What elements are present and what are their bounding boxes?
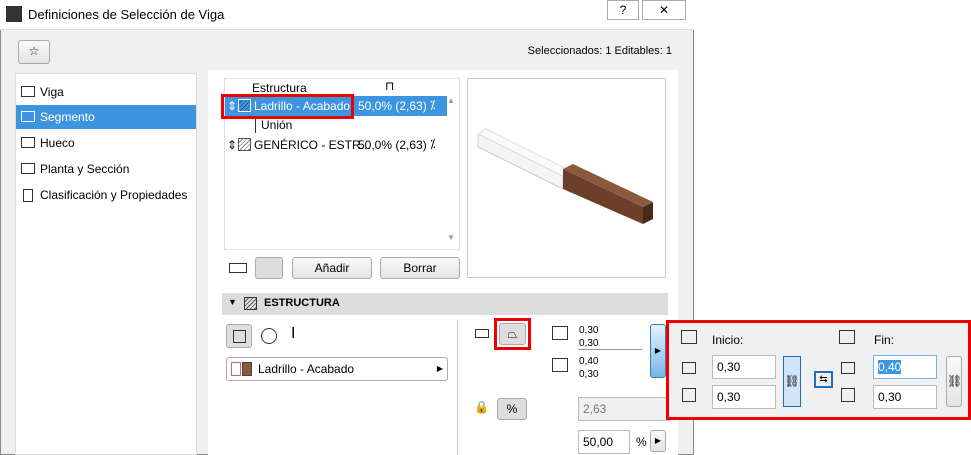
section-title: ESTRUCTURA <box>264 297 340 309</box>
highlight-box <box>494 318 531 350</box>
sidebar-item-segmento[interactable]: Segmento <box>16 105 196 129</box>
height-icon <box>682 362 696 374</box>
sidebar-item-clasificacion[interactable]: Clasificación y Propiedades <box>16 183 196 207</box>
delete-button[interactable]: Borrar <box>380 257 460 279</box>
start-label: Inicio: <box>712 333 744 347</box>
width-icon <box>841 388 855 402</box>
beam-icon <box>21 86 35 97</box>
sidebar-item-hueco[interactable]: Hueco <box>16 131 196 155</box>
start-width-field[interactable]: 0,30 <box>712 385 776 409</box>
percent-field[interactable]: 50,00 <box>578 430 630 454</box>
end-section-icon <box>552 358 568 372</box>
size-popup: Inicio: 0,30 0,30 ⛓ ⇆ Fin: 0,40 0,30 ⛓ <box>666 320 971 420</box>
start-section-icon <box>552 326 568 340</box>
percent-mode-button[interactable]: % <box>497 398 527 420</box>
selected-text: 0,40 <box>878 360 902 374</box>
end-section-icon <box>839 330 855 344</box>
straight-view-button[interactable] <box>229 263 247 273</box>
end-height: 0,40 <box>579 356 599 367</box>
sidebar: Viga Segmento Hueco Planta y Sección Cla… <box>15 73 197 455</box>
percent-unit: % <box>636 435 647 449</box>
section-header[interactable]: ▼ ESTRUCTURA <box>222 293 668 315</box>
list-row[interactable]: ⇕ GENÉRICO - ESTR... 50,0% (2,63) ⁒ <box>225 135 447 155</box>
highlight-box <box>221 94 354 119</box>
hatch-icon <box>244 297 257 310</box>
start-section-icon <box>681 330 697 344</box>
favorites-icon: ☆ <box>28 44 40 58</box>
help-button[interactable]: ? <box>607 0 639 20</box>
height-icon <box>841 362 855 374</box>
percent-menu-button[interactable]: ▶ <box>650 430 666 452</box>
row-value: 50,0% (2,63) <box>358 99 427 113</box>
hatch-icon <box>231 362 241 376</box>
title-bar: Definiciones de Selección de Viga ? ✕ <box>0 0 694 30</box>
hatch-icon <box>238 138 251 151</box>
rectangle-shape-button[interactable] <box>226 324 252 348</box>
scrollbar[interactable]: ▲ ▼ <box>447 96 459 246</box>
end-width: 0,30 <box>579 369 599 380</box>
app-icon <box>6 6 22 22</box>
hole-icon <box>21 137 35 148</box>
sidebar-item-viga[interactable]: Viga <box>16 80 196 104</box>
structure-list: Estructura ⊓ ⇕ Ladrillo - Acabado 50,0% … <box>221 78 460 250</box>
vertical-divider <box>457 320 458 455</box>
material-swatch-icon <box>242 362 252 376</box>
selection-status: Seleccionados: 1 Editables: 1 <box>527 45 672 57</box>
width-icon <box>682 388 696 402</box>
window-title: Definiciones de Selección de Viga <box>28 7 225 22</box>
end-height-field[interactable]: 0,40 <box>873 355 937 379</box>
segment-icon <box>21 111 35 122</box>
link-start-toggle[interactable]: ⛓ <box>783 356 801 407</box>
material-name: Ladrillo - Acabado <box>258 362 355 376</box>
document-icon <box>23 189 33 202</box>
percent-icon[interactable]: ⁒ <box>430 98 435 112</box>
preview-3d <box>467 78 666 278</box>
sidebar-item-planta[interactable]: Planta y Sección <box>16 157 196 181</box>
divider-line <box>578 349 642 350</box>
end-width-field[interactable]: 0,30 <box>873 385 937 409</box>
link-end-toggle[interactable]: ⛓ <box>946 356 962 407</box>
collapse-icon[interactable]: ▼ <box>228 297 237 307</box>
close-button[interactable]: ✕ <box>642 0 686 20</box>
beam-preview-image <box>476 128 653 224</box>
length-field[interactable]: 2,63 <box>578 397 670 421</box>
add-button[interactable]: Añadir <box>292 257 372 279</box>
percent-icon[interactable]: ⁒ <box>430 137 435 151</box>
drag-handle-icon[interactable]: ⇕ <box>227 138 237 152</box>
row-value: 50,0% (2,63) <box>358 138 427 152</box>
circle-shape-button[interactable] <box>261 328 277 344</box>
arrow-right-icon: ▶ <box>436 364 443 373</box>
junction-line <box>255 119 256 133</box>
favorites-button[interactable]: ☆ <box>18 40 50 64</box>
row-name: GENÉRICO - ESTR... <box>254 138 371 152</box>
junction-row[interactable]: Unión <box>261 118 292 132</box>
start-height-field[interactable]: 0,30 <box>712 355 776 379</box>
expand-popup-button[interactable]: ▶ <box>650 324 666 378</box>
lock-length-icon[interactable]: 🔒 <box>474 400 489 414</box>
profile-shape-button[interactable]: I <box>291 325 295 343</box>
swap-icon[interactable]: ⇆ <box>814 371 833 388</box>
uniform-segment-button[interactable] <box>475 329 489 338</box>
profile-view-button[interactable] <box>255 257 283 279</box>
start-height: 0,30 <box>579 325 599 336</box>
end-label: Fin: <box>874 333 895 347</box>
width-column-icon: ⊓ <box>385 79 395 93</box>
column-header-structure: Estructura <box>252 81 307 95</box>
floor-plan-icon <box>21 163 35 174</box>
material-dropdown[interactable]: Ladrillo - Acabado ▶ <box>226 357 448 381</box>
